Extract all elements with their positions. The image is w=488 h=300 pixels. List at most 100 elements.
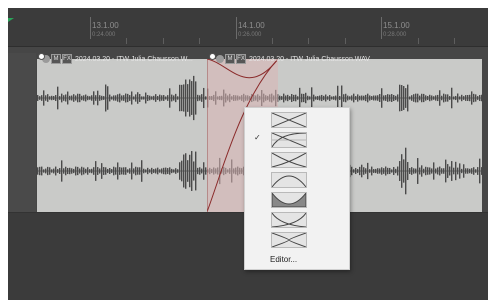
waveform-peak (43, 90, 45, 106)
waveform-peak (93, 91, 95, 105)
item-1-header[interactable]: M FX 2024.03.20 - ITW Julia Chausson.W... (42, 54, 193, 64)
crossfade-shape-option[interactable] (245, 231, 349, 248)
waveform-peak (63, 168, 65, 174)
waveform-peak (43, 169, 45, 173)
timeline-ruler[interactable]: 13.1.00 0:24.000 14.1.00 0:26.000 15.1.0… (8, 8, 488, 47)
selected-check-icon: ✓ (254, 133, 261, 142)
waveform-peak (413, 94, 415, 102)
waveform-peak (197, 94, 199, 102)
waveform-peak (153, 169, 155, 173)
waveform-peak (479, 158, 481, 184)
waveform-peak (117, 162, 119, 180)
waveform-peak (105, 84, 107, 112)
waveform-peak (367, 162, 369, 180)
item-badge-m[interactable]: M (225, 54, 235, 64)
waveform-peak (175, 168, 177, 174)
crossfade-editor-menu-item[interactable]: Editor... (270, 255, 297, 264)
ruler-position: 13.1.00 (92, 21, 119, 30)
item-1-name: 2024.03.20 - ITW Julia Chausson.W... (74, 55, 193, 63)
waveform-peak (181, 160, 183, 182)
waveform-peak (189, 154, 191, 188)
waveform-peak (469, 94, 471, 102)
crossfade-shape-option[interactable] (245, 151, 349, 168)
waveform-peak (91, 95, 93, 101)
waveform-peak (111, 96, 113, 100)
crossfade-shape-option[interactable] (245, 171, 349, 188)
waveform-peak (349, 96, 351, 100)
waveform-peak (177, 96, 179, 100)
waveform-peak (461, 168, 463, 174)
crossfade-shape-option[interactable] (245, 191, 349, 208)
waveform-peak (133, 96, 135, 100)
waveform-peak (279, 95, 281, 101)
ruler-tick (272, 38, 273, 44)
waveform-peak (323, 95, 325, 101)
waveform-peak (201, 168, 203, 174)
waveform-peak (417, 93, 419, 103)
waveform-peak (389, 94, 391, 102)
waveform-peak (69, 167, 71, 175)
waveform-peak (87, 95, 89, 101)
waveform-peak (355, 96, 357, 100)
fade-handle[interactable] (38, 53, 45, 60)
waveform-peak (437, 94, 439, 102)
waveform-peak (369, 95, 371, 101)
waveform-peak (147, 95, 149, 101)
waveform-peak (441, 168, 443, 174)
item-badge-fx[interactable]: FX (236, 54, 246, 64)
waveform-peak (309, 96, 311, 100)
waveform-peak (393, 167, 395, 175)
item-2-header[interactable]: M FX 2024.03.20 - ITW Julia Chausson.WAV (216, 54, 370, 64)
waveform-peak (167, 95, 169, 101)
crossfade-shape-2-icon (271, 132, 307, 148)
waveform-peak (89, 169, 91, 173)
waveform-peak (183, 154, 185, 188)
ruler-marker-line (90, 17, 91, 39)
waveform-peak (409, 168, 411, 174)
item-badge-m[interactable]: M (51, 54, 61, 64)
waveform-peak (321, 94, 323, 102)
crossfade-shape-option[interactable] (245, 211, 349, 228)
waveform-peak (39, 96, 41, 100)
waveform-peak (47, 94, 49, 102)
waveform-peak (475, 169, 477, 173)
waveform-peak (357, 94, 359, 102)
waveform-peak (397, 166, 399, 176)
waveform-peak (151, 96, 153, 100)
waveform-peak (51, 95, 53, 101)
waveform-peak (383, 168, 385, 174)
waveform-peak (115, 95, 117, 101)
waveform-peak (149, 169, 151, 173)
waveform-peak (109, 168, 111, 174)
ruler-position: 15.1.00 (383, 21, 410, 30)
waveform-peak (137, 92, 139, 104)
waveform-peak (163, 167, 165, 175)
item-lock-icon[interactable] (216, 55, 224, 63)
waveform-peak (147, 167, 149, 175)
waveform-peak (129, 168, 131, 174)
waveform-peak (123, 167, 125, 175)
item-2-name: 2024.03.20 - ITW Julia Chausson.WAV (248, 55, 370, 63)
waveform-peak (473, 93, 475, 103)
waveform-peak (175, 93, 177, 103)
item-badge-fx[interactable]: FX (62, 54, 72, 64)
waveform-peak (69, 95, 71, 101)
waveform-peak (375, 95, 377, 101)
waveform-peak (111, 169, 113, 173)
waveform-peak (419, 167, 421, 175)
waveform-peak (65, 166, 67, 176)
waveform-peak (397, 94, 399, 102)
waveform-peak (189, 79, 191, 117)
crossfade-shape-option[interactable] (245, 111, 349, 128)
waveform-peak (443, 93, 445, 103)
waveform-peak (455, 95, 457, 101)
waveform-peak (159, 94, 161, 102)
waveform-peak (471, 91, 473, 105)
crossfade-shape-option[interactable]: ✓ (245, 131, 349, 148)
waveform-peak (85, 94, 87, 102)
waveform-peak (379, 168, 381, 174)
waveform-peak (463, 164, 465, 178)
ruler-tick (199, 38, 200, 44)
waveform-peak (445, 94, 447, 102)
fade-handle[interactable] (209, 53, 216, 60)
